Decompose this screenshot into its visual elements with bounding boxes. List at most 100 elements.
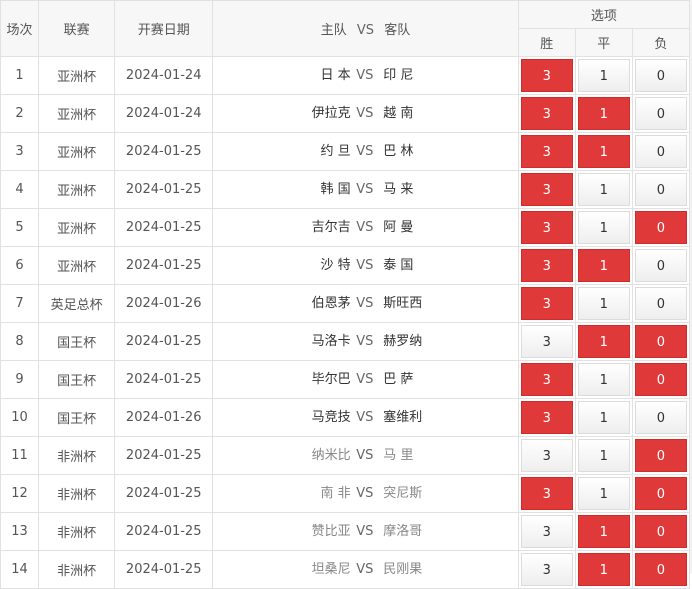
- header-date: 开赛日期: [114, 0, 214, 57]
- vs-label: VS: [356, 144, 374, 159]
- win-option-cell: 3: [517, 94, 576, 133]
- win-option-button[interactable]: 3: [520, 59, 573, 92]
- draw-option-button[interactable]: 1: [577, 553, 630, 586]
- draw-option-cell: 1: [574, 132, 633, 171]
- away-team: 民刚果: [383, 562, 423, 577]
- lose-option-cell: 0: [631, 170, 691, 209]
- win-option-button[interactable]: 3: [520, 477, 573, 510]
- match-date: 2024-01-25: [114, 512, 214, 551]
- win-option-button[interactable]: 3: [520, 515, 573, 548]
- draw-option-button[interactable]: 1: [577, 135, 630, 168]
- lose-option-button[interactable]: 0: [634, 553, 687, 586]
- header-home: 主队: [320, 23, 347, 38]
- match-no: 9: [0, 360, 40, 399]
- draw-option-cell: 1: [574, 170, 633, 209]
- draw-option-button[interactable]: 1: [577, 515, 630, 548]
- lose-option-button[interactable]: 0: [634, 325, 687, 358]
- match-teams: 韩 国 VS 马 来: [212, 170, 519, 209]
- draw-option-button[interactable]: 1: [577, 401, 630, 434]
- lose-option-cell: 0: [631, 208, 691, 247]
- draw-option-button[interactable]: 1: [577, 363, 630, 396]
- lose-option-button[interactable]: 0: [634, 439, 687, 472]
- lose-option-button[interactable]: 0: [634, 515, 687, 548]
- table-row: 10 国王杯 2024-01-26 马竞技 VS 塞维利 3 1 0: [0, 398, 691, 437]
- draw-option-button[interactable]: 1: [577, 249, 630, 282]
- match-date: 2024-01-25: [114, 208, 214, 247]
- away-team: 塞维利: [383, 410, 423, 425]
- lose-option-button[interactable]: 0: [634, 249, 687, 282]
- match-no: 5: [0, 208, 40, 247]
- league-name: 亚洲杯: [38, 246, 116, 285]
- header-lose: 负: [631, 28, 691, 57]
- home-team: 纳米比: [311, 448, 351, 463]
- match-date: 2024-01-24: [114, 94, 214, 133]
- draw-option-button[interactable]: 1: [577, 287, 630, 320]
- lose-option-button[interactable]: 0: [634, 211, 687, 244]
- draw-option-button[interactable]: 1: [577, 325, 630, 358]
- league-name: 国王杯: [38, 322, 116, 361]
- match-teams: 赞比亚 VS 摩洛哥: [212, 512, 519, 551]
- match-teams: 约 旦 VS 巴 林: [212, 132, 519, 171]
- league-name: 亚洲杯: [38, 94, 116, 133]
- match-no: 12: [0, 474, 40, 513]
- draw-option-button[interactable]: 1: [577, 477, 630, 510]
- table-row: 14 非洲杯 2024-01-25 坦桑尼 VS 民刚果 3 1 0: [0, 550, 691, 589]
- lose-option-button[interactable]: 0: [634, 287, 687, 320]
- win-option-button[interactable]: 3: [520, 173, 573, 206]
- header-draw: 平: [574, 28, 633, 57]
- match-teams: 伯恩茅 VS 斯旺西: [212, 284, 519, 323]
- win-option-button[interactable]: 3: [520, 287, 573, 320]
- draw-option-button[interactable]: 1: [577, 211, 630, 244]
- vs-label: VS: [356, 410, 374, 425]
- draw-option-button[interactable]: 1: [577, 97, 630, 130]
- win-option-button[interactable]: 3: [520, 363, 573, 396]
- match-teams: 坦桑尼 VS 民刚果: [212, 550, 519, 589]
- draw-option-cell: 1: [574, 208, 633, 247]
- win-option-button[interactable]: 3: [520, 401, 573, 434]
- win-option-button[interactable]: 3: [520, 325, 573, 358]
- lose-option-cell: 0: [631, 474, 691, 513]
- win-option-button[interactable]: 3: [520, 211, 573, 244]
- away-team: 斯旺西: [383, 296, 423, 311]
- draw-option-cell: 1: [574, 512, 633, 551]
- match-teams: 毕尔巴 VS 巴 萨: [212, 360, 519, 399]
- lose-option-button[interactable]: 0: [634, 135, 687, 168]
- win-option-button[interactable]: 3: [520, 135, 573, 168]
- vs-label: VS: [356, 334, 374, 349]
- league-name: 非洲杯: [38, 512, 116, 551]
- match-no: 10: [0, 398, 40, 437]
- league-name: 英足总杯: [38, 284, 116, 323]
- lose-option-button[interactable]: 0: [634, 363, 687, 396]
- win-option-cell: 3: [517, 322, 576, 361]
- home-team: 赞比亚: [311, 524, 351, 539]
- away-team: 突尼斯: [383, 486, 423, 501]
- vs-label: VS: [356, 258, 374, 273]
- table-row: 13 非洲杯 2024-01-25 赞比亚 VS 摩洛哥 3 1 0: [0, 512, 691, 551]
- home-team: 约 旦: [320, 144, 351, 159]
- lose-option-button[interactable]: 0: [634, 401, 687, 434]
- match-no: 13: [0, 512, 40, 551]
- win-option-button[interactable]: 3: [520, 553, 573, 586]
- away-team: 马 里: [383, 448, 414, 463]
- match-teams: 沙 特 VS 泰 国: [212, 246, 519, 285]
- draw-option-button[interactable]: 1: [577, 59, 630, 92]
- home-team: 马竞技: [311, 410, 351, 425]
- lose-option-button[interactable]: 0: [634, 173, 687, 206]
- table-row: 5 亚洲杯 2024-01-25 吉尔吉 VS 阿 曼 310: [0, 208, 691, 247]
- win-option-button[interactable]: 3: [520, 249, 573, 282]
- lose-option-button[interactable]: 0: [634, 97, 687, 130]
- vs-label: VS: [356, 296, 374, 311]
- lose-option-button[interactable]: 0: [634, 59, 687, 92]
- header-win: 胜: [517, 28, 576, 57]
- away-team: 赫罗纳: [383, 334, 423, 349]
- lose-option-button[interactable]: 0: [634, 477, 687, 510]
- draw-option-button[interactable]: 1: [577, 173, 630, 206]
- draw-option-button[interactable]: 1: [577, 439, 630, 472]
- win-option-button[interactable]: 3: [520, 97, 573, 130]
- win-option-button[interactable]: 3: [520, 439, 573, 472]
- vs-label: VS: [356, 448, 374, 463]
- vs-label: VS: [356, 68, 374, 83]
- match-date: 2024-01-26: [114, 284, 214, 323]
- league-name: 亚洲杯: [38, 208, 116, 247]
- draw-option-cell: 1: [574, 322, 633, 361]
